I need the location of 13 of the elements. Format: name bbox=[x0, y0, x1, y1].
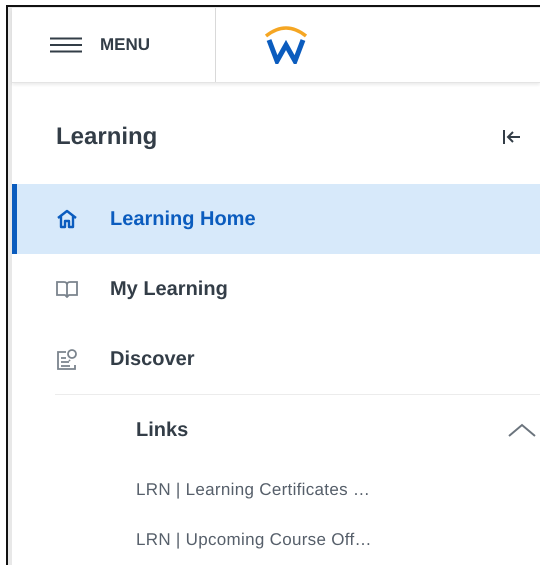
sidebar-title: Learning bbox=[56, 122, 158, 151]
nav-item[interactable]: Discover bbox=[12, 324, 540, 394]
menu-icon bbox=[50, 36, 82, 53]
discover-icon bbox=[56, 348, 78, 370]
nav-item[interactable]: Learning Home bbox=[12, 184, 540, 254]
menu-button[interactable]: MENU bbox=[12, 8, 216, 82]
links-header[interactable]: Links bbox=[12, 395, 540, 465]
home-icon bbox=[56, 209, 78, 229]
logo-icon[interactable] bbox=[264, 26, 308, 64]
link-item[interactable]: LRN | Learning Certificates … bbox=[12, 465, 540, 515]
link-item[interactable]: LRN | Upcoming Course Off… bbox=[12, 515, 540, 565]
nav-item[interactable]: My Learning bbox=[12, 254, 540, 324]
book-icon bbox=[56, 280, 78, 298]
